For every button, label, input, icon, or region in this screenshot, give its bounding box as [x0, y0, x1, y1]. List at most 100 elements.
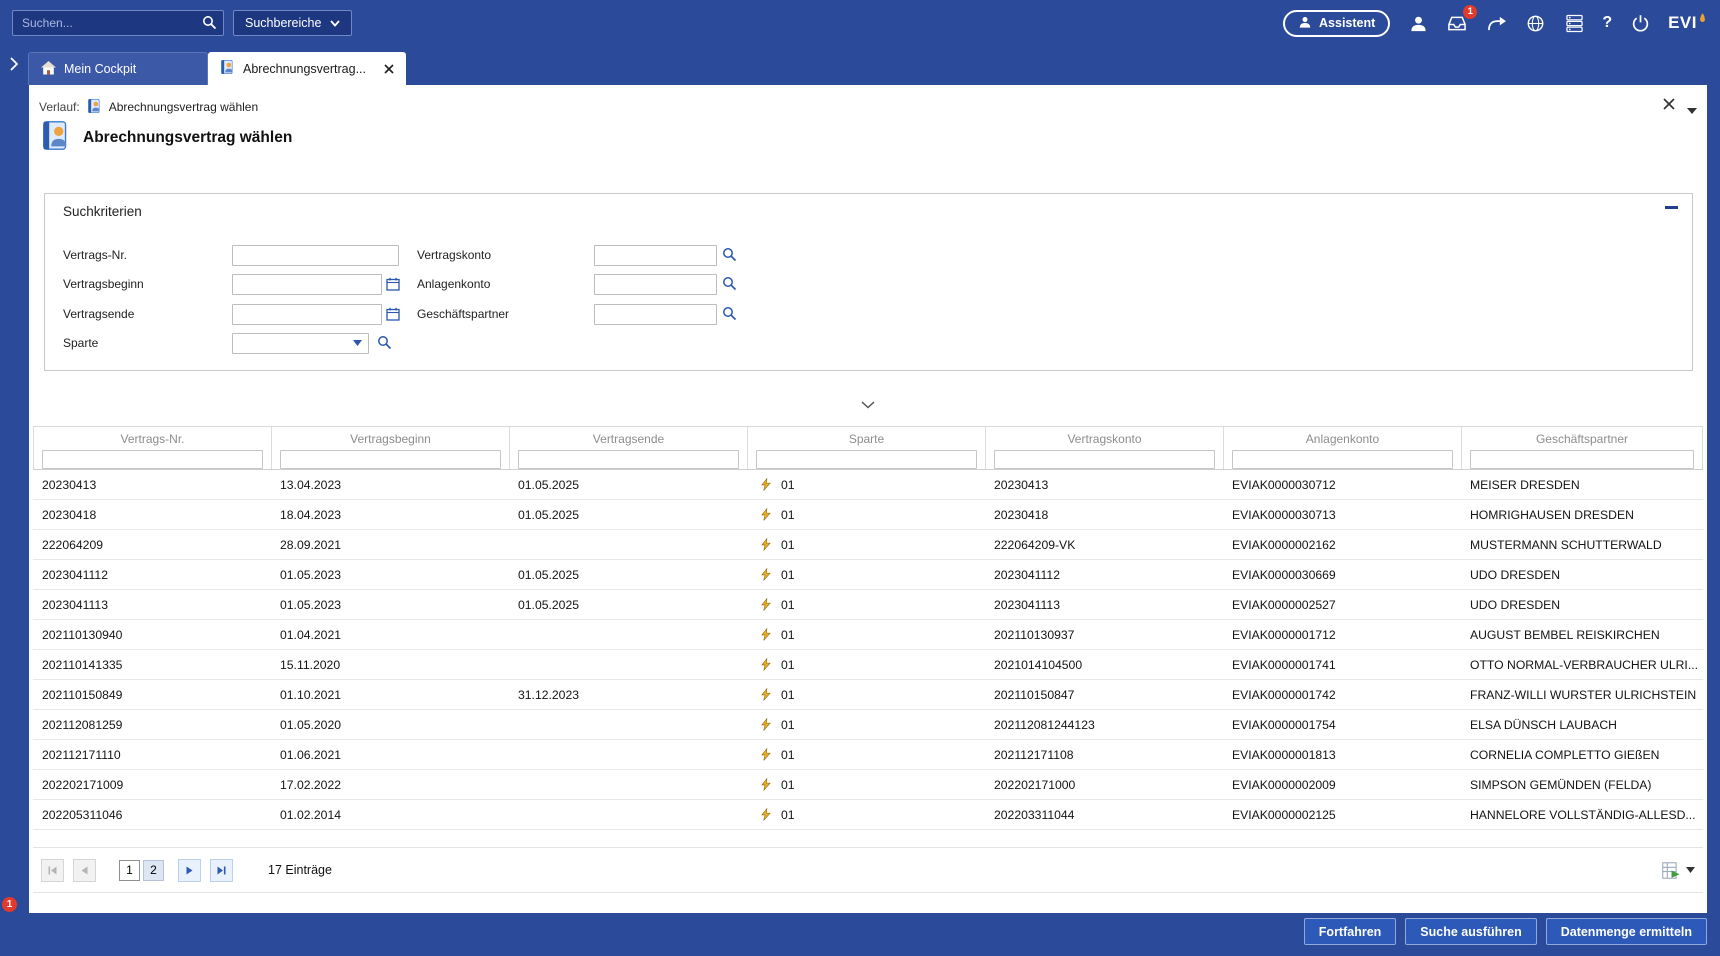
- column-filter-input[interactable]: [1232, 450, 1453, 469]
- lookup-search-icon[interactable]: [722, 276, 737, 291]
- table-row[interactable]: 22206420928.09.202101222064209-VKEVIAK00…: [33, 530, 1703, 560]
- column-filter-input[interactable]: [280, 450, 501, 469]
- search-input[interactable]: [12, 10, 224, 36]
- table-row[interactable]: 20211014133515.11.2020012021014104500EVI…: [33, 650, 1703, 680]
- division-spark-icon: [760, 658, 772, 671]
- server-icon[interactable]: [1563, 12, 1585, 34]
- column-header[interactable]: Sparte: [748, 427, 986, 469]
- table-row[interactable]: 20211013094001.04.202101202110130937EVIA…: [33, 620, 1703, 650]
- table-header-row: Vertrags-Nr.VertragsbeginnVertragsendeSp…: [33, 426, 1703, 470]
- table-cell: 01: [747, 718, 985, 732]
- fortfahren-button[interactable]: Fortfahren: [1304, 918, 1397, 945]
- table-cell: 15.11.2020: [271, 658, 509, 672]
- tab-mein-cockpit[interactable]: Mein Cockpit: [28, 52, 208, 85]
- table-row[interactable]: 20211208125901.05.202001202112081244123E…: [33, 710, 1703, 740]
- lookup-search-icon[interactable]: [722, 306, 737, 321]
- table-body: 2023041313.04.202301.05.20250120230413EV…: [33, 470, 1703, 830]
- division-spark-icon: [760, 688, 772, 701]
- lookup-search-icon[interactable]: [722, 247, 737, 262]
- datenmenge-ermitteln-button[interactable]: Datenmenge ermitteln: [1546, 918, 1707, 945]
- column-filter-input[interactable]: [42, 450, 263, 469]
- dropdown-caret-icon[interactable]: [353, 340, 362, 346]
- breadcrumb-label: Verlauf:: [39, 100, 80, 114]
- suchbereiche-dropdown[interactable]: Suchbereiche: [233, 10, 352, 36]
- table-cell: 01: [747, 808, 985, 822]
- column-header[interactable]: Vertragsbeginn: [272, 427, 510, 469]
- table-cell: 01.05.2023: [271, 598, 509, 612]
- table-row[interactable]: 202304111301.05.202301.05.20250120230411…: [33, 590, 1703, 620]
- export-table-icon: [1662, 862, 1680, 879]
- column-header[interactable]: Vertragskonto: [986, 427, 1224, 469]
- table-row[interactable]: 20220531104601.02.201401202203311044EVIA…: [33, 800, 1703, 830]
- table-cell: 17.02.2022: [271, 778, 509, 792]
- expand-sidebar-chevron-icon[interactable]: [10, 57, 18, 76]
- column-filter-input[interactable]: [756, 450, 977, 469]
- home-icon: [41, 61, 56, 78]
- globe-user-icon[interactable]: [1524, 12, 1546, 34]
- field-label: Anlagenkonto: [417, 277, 490, 291]
- pagination-bar: 12 17 Einträge: [33, 847, 1703, 893]
- tab-abrechnungsvertrag[interactable]: Abrechnungsvertrag...: [208, 52, 406, 85]
- view-menu-caret-icon[interactable]: [1687, 101, 1697, 119]
- inbox-icon[interactable]: 1: [1446, 12, 1468, 34]
- page-number-button[interactable]: 1: [119, 860, 140, 881]
- column-header[interactable]: Geschäftspartner: [1462, 427, 1703, 469]
- vertrags-nr-input[interactable]: [232, 245, 399, 266]
- column-filter-input[interactable]: [1470, 450, 1694, 469]
- page-number-button[interactable]: 2: [143, 860, 164, 881]
- division-spark-icon: [760, 778, 772, 791]
- user-icon[interactable]: [1407, 12, 1429, 34]
- notification-badge[interactable]: 1: [2, 897, 17, 912]
- next-page-button[interactable]: [178, 859, 201, 882]
- search-icon[interactable]: [202, 15, 217, 35]
- table-row[interactable]: 20220217100917.02.202201202202171000EVIA…: [33, 770, 1703, 800]
- vertragsbeginn-input[interactable]: [232, 274, 382, 295]
- table-cell: FRANZ-WILLI WURSTER ULRICHSTEIN: [1461, 688, 1703, 702]
- breadcrumb-link[interactable]: Abrechnungsvertrag wählen: [109, 100, 258, 114]
- table-cell: EVIAK0000030669: [1223, 568, 1461, 582]
- division-spark-icon: [760, 568, 772, 581]
- column-filter-input[interactable]: [994, 450, 1215, 469]
- field-label: Sparte: [63, 336, 98, 350]
- sparte-input[interactable]: [232, 333, 369, 354]
- close-view-icon[interactable]: [1663, 97, 1675, 115]
- anlagenkonto-input[interactable]: [594, 274, 717, 295]
- first-page-button[interactable]: [41, 859, 64, 882]
- calendar-icon[interactable]: [386, 307, 400, 321]
- footer-action-bar: Fortfahren Suche ausführen Datenmenge er…: [0, 913, 1720, 956]
- table-cell: EVIAK0000002125: [1223, 808, 1461, 822]
- tab-close-icon[interactable]: [384, 64, 394, 74]
- power-icon[interactable]: [1629, 12, 1651, 34]
- table-cell: 202110150849: [33, 688, 271, 702]
- table-row[interactable]: 20211217111001.06.202101202112171108EVIA…: [33, 740, 1703, 770]
- table-row[interactable]: 20211015084901.10.202131.12.202301202110…: [33, 680, 1703, 710]
- suche-ausfuehren-button[interactable]: Suche ausführen: [1405, 918, 1536, 945]
- calendar-icon[interactable]: [386, 277, 400, 291]
- vertragskonto-input[interactable]: [594, 245, 717, 266]
- table-row[interactable]: 2023041818.04.202301.05.20250120230418EV…: [33, 500, 1703, 530]
- column-header[interactable]: Vertragsende: [510, 427, 748, 469]
- redo-arrow-icon[interactable]: [1485, 12, 1507, 34]
- collapse-criteria-chevron-icon[interactable]: [861, 401, 875, 409]
- lookup-search-icon[interactable]: [377, 335, 392, 350]
- table-row[interactable]: 2023041313.04.202301.05.20250120230413EV…: [33, 470, 1703, 500]
- division-spark-icon: [760, 508, 772, 521]
- prev-page-button[interactable]: [73, 859, 96, 882]
- help-icon[interactable]: ?: [1602, 14, 1612, 32]
- assistent-button[interactable]: Assistent: [1283, 10, 1390, 37]
- last-page-button[interactable]: [210, 859, 233, 882]
- column-header[interactable]: Vertrags-Nr.: [34, 427, 272, 469]
- column-header[interactable]: Anlagenkonto: [1224, 427, 1462, 469]
- top-bar: Suchbereiche Assistent 1 ? EVI: [0, 0, 1720, 46]
- tab-label: Abrechnungsvertrag...: [243, 62, 366, 76]
- export-control[interactable]: [1662, 862, 1695, 879]
- vertragsende-input[interactable]: [232, 304, 382, 325]
- column-filter-input[interactable]: [518, 450, 739, 469]
- table-cell: 2023041113: [985, 598, 1223, 612]
- table-cell: 01.05.2025: [509, 568, 747, 582]
- table-row[interactable]: 202304111201.05.202301.05.20250120230411…: [33, 560, 1703, 590]
- page-header: Abrechnungsvertrag wählen: [41, 119, 292, 157]
- collapse-panel-icon[interactable]: [1665, 206, 1678, 209]
- results-table: Vertrags-Nr.VertragsbeginnVertragsendeSp…: [33, 426, 1703, 830]
- geschaeftspartner-input[interactable]: [594, 304, 717, 325]
